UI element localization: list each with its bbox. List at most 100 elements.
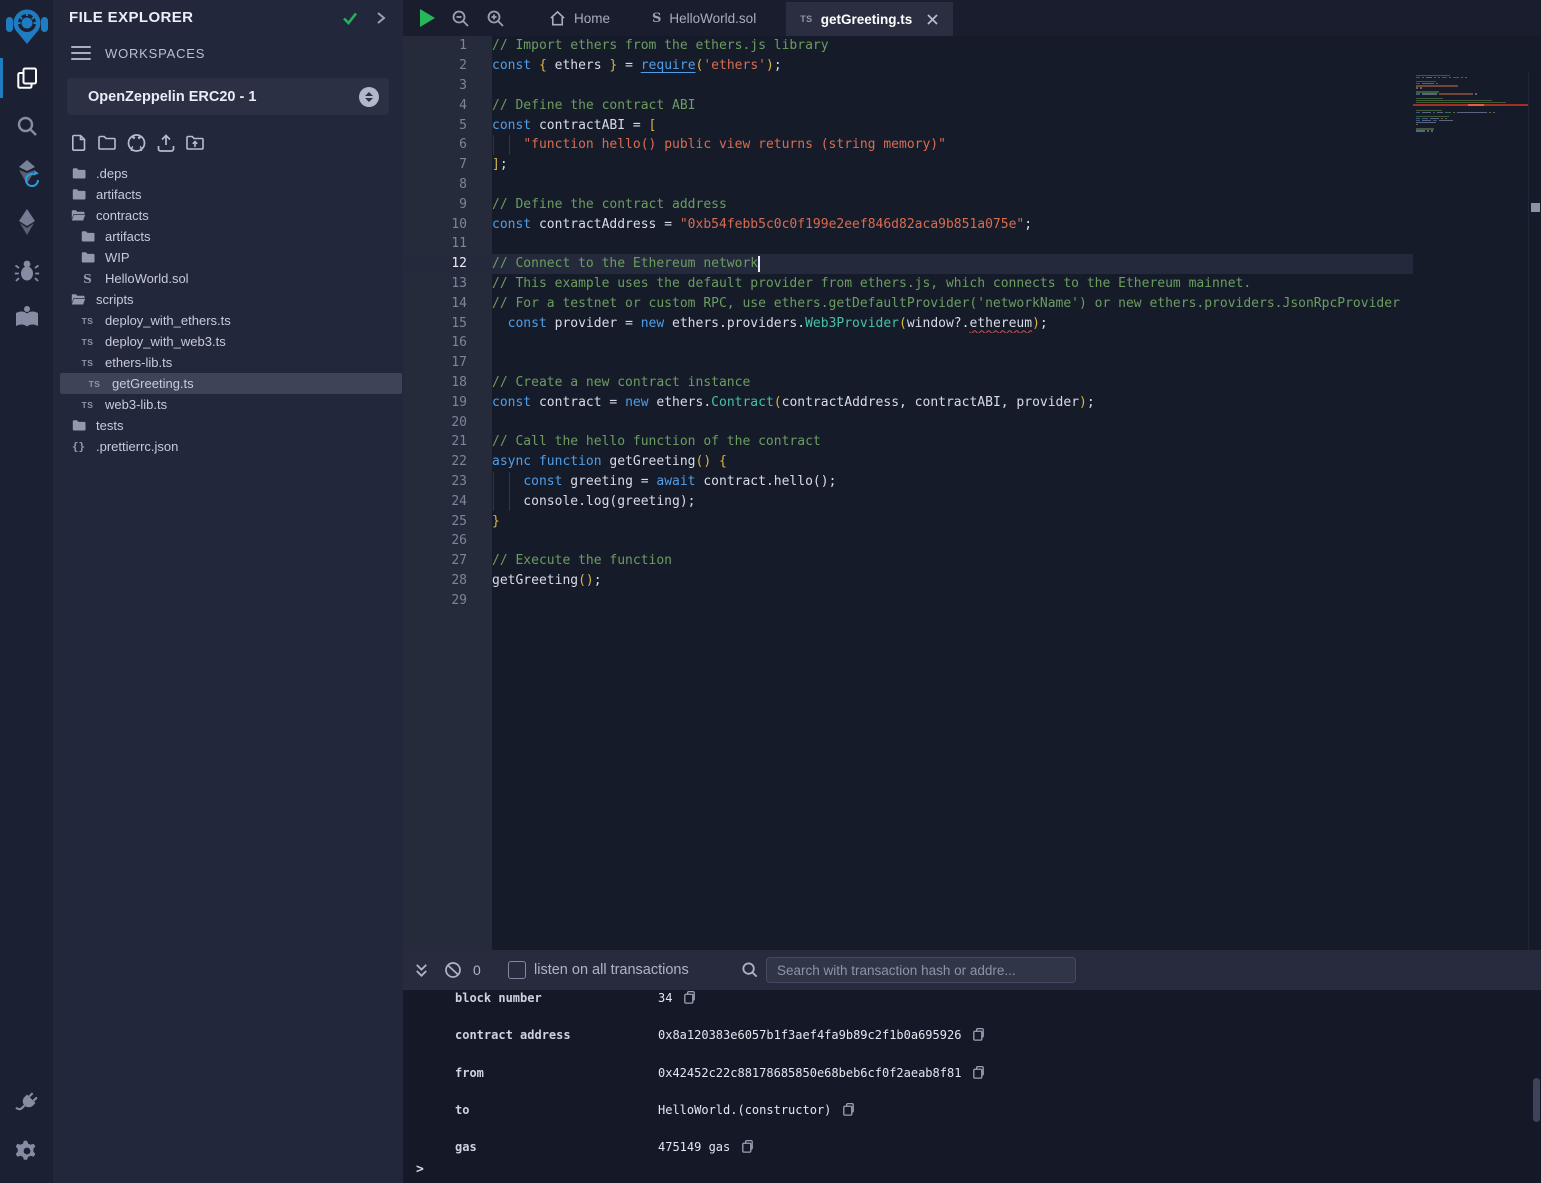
zoom-out-icon[interactable]	[451, 9, 470, 28]
line-number: 11	[403, 236, 492, 251]
ts-icon: TS	[86, 379, 103, 389]
zoom-in-icon[interactable]	[486, 9, 505, 28]
text-cursor	[758, 256, 760, 272]
copy-icon[interactable]	[740, 1139, 755, 1154]
scroll-position-marker	[1531, 203, 1540, 212]
tree-item-ethers-lib-ts[interactable]: TS ethers-lib.ts	[53, 352, 403, 373]
copy-icon[interactable]	[682, 990, 697, 1005]
tree-item-label: ethers-lib.ts	[105, 355, 172, 370]
code-line-8: 8	[403, 175, 1413, 195]
upload-file-icon[interactable]	[156, 134, 176, 153]
close-tab-icon[interactable]	[926, 13, 939, 26]
code-line-11: 11	[403, 234, 1413, 254]
ts-icon: TS	[79, 337, 96, 347]
tree-item-contracts[interactable]: contracts	[53, 205, 403, 226]
new-folder-icon[interactable]	[97, 134, 117, 152]
minimap[interactable]	[1413, 72, 1528, 950]
tab-getgreeting-ts[interactable]: TS getGreeting.ts	[786, 2, 953, 36]
line-number: 19	[403, 395, 492, 410]
copy-icon[interactable]	[971, 1065, 986, 1080]
field-label: contract address	[455, 1028, 658, 1042]
transaction-field-to: toHelloWorld.(constructor)	[455, 1102, 1521, 1139]
load-folder-icon[interactable]	[185, 134, 205, 152]
gear-icon	[15, 1139, 39, 1163]
line-number: 26	[403, 533, 492, 548]
tree-item-scripts[interactable]: scripts	[53, 289, 403, 310]
collapse-panel-chevron-icon[interactable]	[375, 10, 387, 26]
tree-item-label: tests	[96, 418, 123, 433]
indent-guide	[493, 472, 494, 492]
sidebar-item-learneth[interactable]	[0, 294, 53, 342]
terminal-search-input[interactable]	[766, 957, 1076, 983]
folder-icon	[79, 251, 96, 264]
sidebar-item-debugger[interactable]	[0, 246, 53, 294]
folder-icon	[70, 188, 87, 201]
sidebar-item-deploy-and-run[interactable]	[0, 198, 53, 246]
tree-item--prettierrc-json[interactable]: {}.prettierrc.json	[53, 436, 403, 457]
tree-item-wip[interactable]: WIP	[53, 247, 403, 268]
sidebar-item-file-explorer[interactable]	[0, 54, 53, 102]
run-script-button[interactable]	[420, 9, 435, 27]
line-number: 4	[403, 98, 492, 113]
tree-item-label: .deps	[96, 166, 128, 181]
copy-icon[interactable]	[841, 1102, 856, 1117]
folder-icon	[70, 167, 87, 180]
sidebar-item-search[interactable]	[0, 102, 53, 150]
remix-logo[interactable]	[0, 0, 53, 54]
sidebar-item-plugin-manager[interactable]	[0, 1079, 53, 1127]
terminal-scrollbar[interactable]	[1533, 1078, 1540, 1122]
clear-console-icon[interactable]	[444, 950, 462, 990]
tree-item-deploy-with-web3-ts[interactable]: TSdeploy_with_web3.ts	[53, 331, 403, 352]
ts-icon: TS	[79, 316, 96, 326]
line-number: 14	[403, 296, 492, 311]
line-number: 1	[403, 38, 492, 53]
transaction-field-from: from0x42452c22c88178685850e68beb6cf0f2ae…	[455, 1065, 1521, 1102]
listen-transactions-label[interactable]: listen on all transactions	[534, 950, 689, 990]
terminal-prompt[interactable]: >	[416, 1162, 424, 1177]
tab-bar: Home S HelloWorld.sol TS getGreeting.ts	[403, 0, 1541, 36]
code-line-17: 17	[403, 353, 1413, 373]
terminal-panel: 0 listen on all transactions block numbe…	[403, 950, 1541, 1183]
tab-label: Home	[574, 11, 610, 26]
folder-icon	[70, 419, 87, 432]
line-number: 5	[403, 118, 492, 133]
remix-logo-icon	[4, 2, 50, 52]
collapse-terminal-icon[interactable]	[413, 950, 430, 990]
tree-item--deps[interactable]: .deps	[53, 163, 403, 184]
line-number: 24	[403, 494, 492, 509]
overview-ruler[interactable]	[1528, 72, 1541, 950]
code-line-12: 12// Connect to the Ethereum network	[403, 254, 1413, 274]
field-value: 0x8a120383e6057b1f3aef4fa9b89c2f1b0a6959…	[658, 1028, 961, 1042]
tree-item-helloworld-sol[interactable]: SHelloWorld.sol	[53, 268, 403, 289]
line-number: 6	[403, 137, 492, 152]
listen-transactions-checkbox[interactable]	[508, 961, 526, 979]
ts-icon: TS	[79, 358, 96, 368]
tree-item-artifacts[interactable]: artifacts	[53, 184, 403, 205]
line-number: 8	[403, 177, 492, 192]
ts-icon: TS	[79, 400, 96, 410]
tab-helloworld-sol[interactable]: S HelloWorld.sol	[638, 0, 770, 36]
line-number: 3	[403, 78, 492, 93]
code-line-26: 26	[403, 531, 1413, 551]
tab-home[interactable]: Home	[535, 0, 624, 36]
workspace-select[interactable]: OpenZeppelin ERC20 - 1	[67, 78, 389, 115]
tree-item-artifacts[interactable]: artifacts	[53, 226, 403, 247]
workspace-name: OpenZeppelin ERC20 - 1	[88, 89, 359, 105]
workspaces-menu-icon[interactable]	[71, 42, 91, 64]
line-number: 28	[403, 573, 492, 588]
sidebar-item-solidity-compiler[interactable]	[0, 150, 53, 198]
tree-item-label: .prettierrc.json	[96, 439, 178, 454]
copy-icon[interactable]	[971, 1027, 986, 1042]
github-clone-icon[interactable]	[126, 133, 147, 153]
code-area[interactable]: 1// Import ethers from the ethers.js lib…	[403, 36, 1413, 610]
tree-item-getgreeting-ts[interactable]: TSgetGreeting.ts	[60, 373, 402, 394]
new-file-icon[interactable]	[70, 134, 88, 152]
tree-item-tests[interactable]: tests	[53, 415, 403, 436]
bug-icon	[14, 257, 40, 283]
tree-item-deploy-with-ethers-ts[interactable]: TSdeploy_with_ethers.ts	[53, 310, 403, 331]
code-line-15: 15 const provider = new ethers.providers…	[403, 313, 1413, 333]
file-explorer-icon	[15, 66, 39, 90]
file-tree: .depsartifactscontractsartifactsWIPSHell…	[53, 163, 403, 457]
tree-item-web3-lib-ts[interactable]: TSweb3-lib.ts	[53, 394, 403, 415]
sidebar-item-settings[interactable]	[0, 1127, 53, 1175]
